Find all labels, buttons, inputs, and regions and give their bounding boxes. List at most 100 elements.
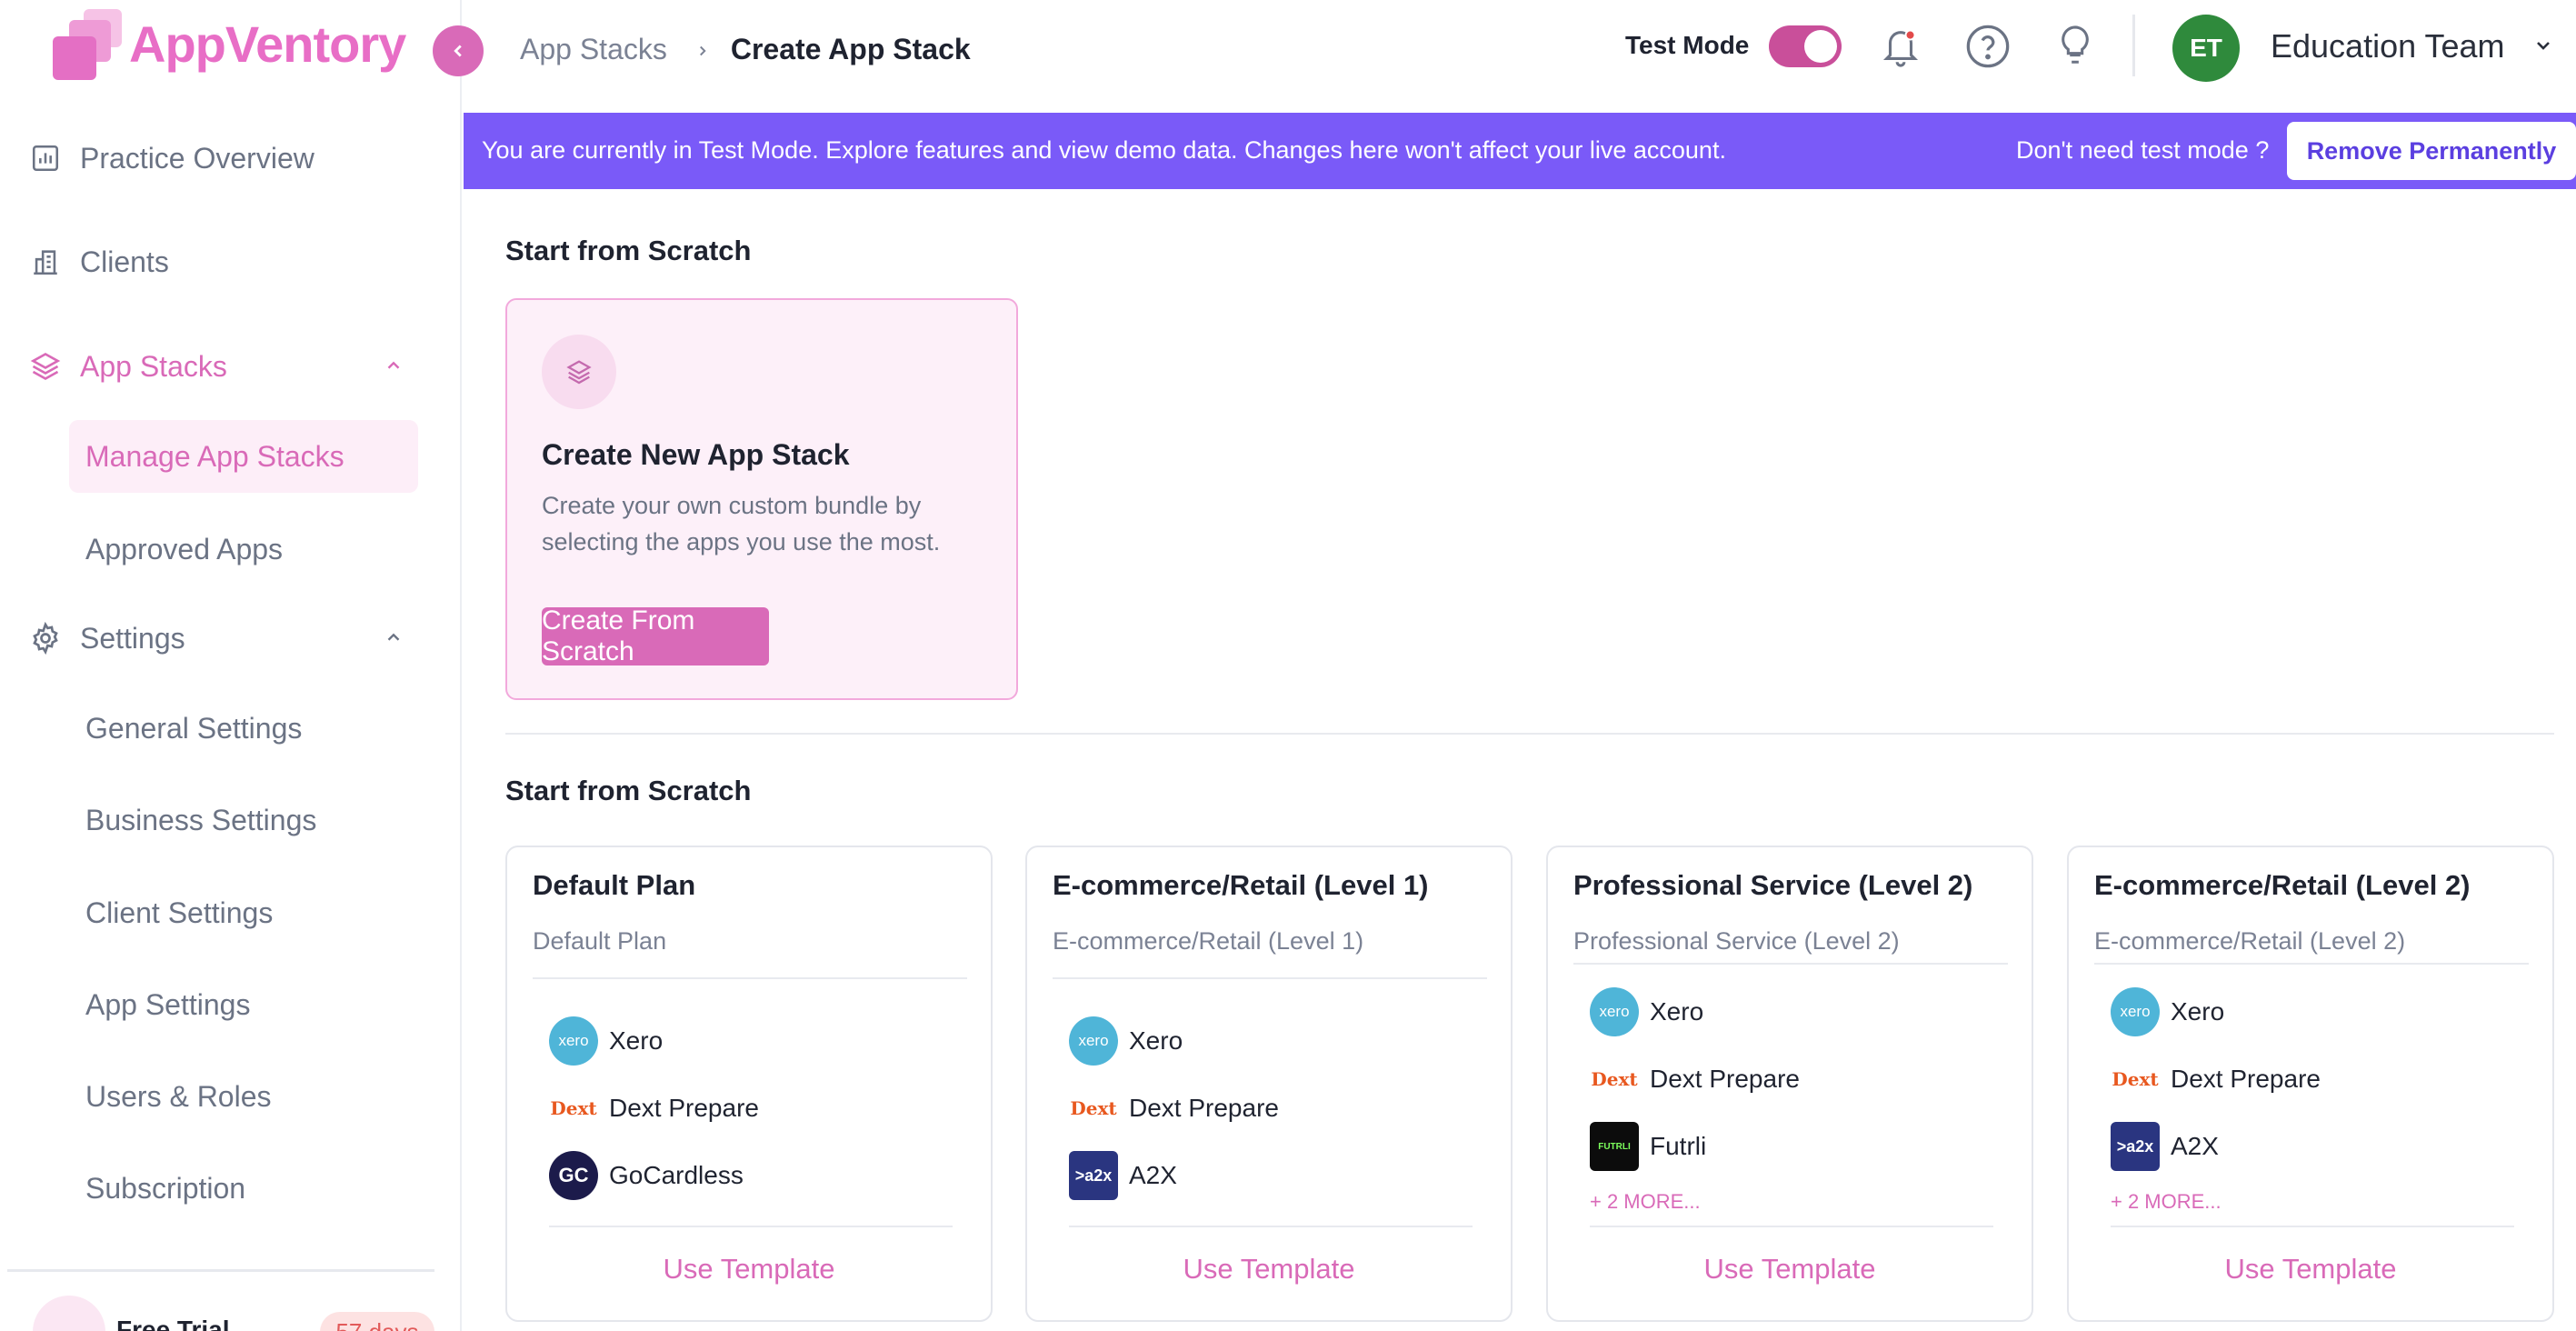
app-list-item: xero Xero [1590, 978, 2008, 1046]
sidebar-item-app-stacks[interactable]: App Stacks [25, 339, 425, 394]
test-mode-label: Test Mode [1625, 31, 1750, 59]
banner-message: You are currently in Test Mode. Explore … [482, 136, 1726, 164]
chevron-up-icon[interactable] [384, 355, 404, 380]
template-card[interactable]: E-commerce/Retail (Level 1) E-commerce/Re… [1025, 846, 1513, 1322]
template-title: E-commerce/Retail (Level 1) [1053, 869, 1429, 901]
app-name: Xero [2171, 997, 2225, 1026]
app-list: xero Xero Dext Dext Prepare >a2x A2X [1069, 1007, 1487, 1209]
app-list-item: >a2x A2X [2111, 1113, 2529, 1180]
breadcrumb-app-stacks[interactable]: App Stacks [520, 33, 667, 66]
card-divider [549, 1226, 953, 1227]
trial-avatar [33, 1296, 105, 1331]
sidebar-item-client-settings[interactable]: Client Settings [69, 876, 418, 949]
a2x-logo-icon: >a2x [2111, 1122, 2160, 1171]
app-list-item: xero Xero [1069, 1007, 1487, 1075]
sidebar-item-clients[interactable]: Clients [25, 235, 425, 289]
test-mode-banner: You are currently in Test Mode. Explore … [464, 113, 2576, 189]
more-apps-link[interactable]: + 2 MORE... [1590, 1180, 2008, 1224]
trial-days-badge: 57 days [320, 1312, 434, 1331]
collapse-sidebar-button[interactable] [433, 25, 484, 76]
help-button[interactable] [1962, 20, 2014, 73]
user-avatar[interactable]: ET [2172, 15, 2240, 82]
app-name: GoCardless [609, 1161, 744, 1189]
app-name: Xero [1129, 1026, 1183, 1055]
notification-bell-button[interactable] [1874, 20, 1927, 73]
app-list-item: GC GoCardless [549, 1142, 967, 1209]
futrli-logo-icon: FUTRLI [1590, 1122, 1639, 1171]
use-template-button[interactable]: Use Template [507, 1244, 991, 1295]
more-apps-link[interactable]: + 2 MORE... [2111, 1180, 2529, 1224]
use-template-button[interactable]: Use Template [1548, 1244, 2032, 1295]
app-logo[interactable]: AppVentory [51, 7, 406, 80]
a2x-logo-icon: >a2x [1069, 1151, 1118, 1200]
app-list-item: Dext Dext Prepare [549, 1075, 967, 1142]
template-subtitle: E-commerce/Retail (Level 2) [2094, 927, 2406, 955]
user-name[interactable]: Education Team [2271, 27, 2505, 65]
sidebar-item-app-settings[interactable]: App Settings [69, 968, 418, 1041]
template-title: Professional Service (Level 2) [1573, 869, 1973, 901]
xero-logo-icon: xero [1590, 987, 1639, 1036]
breadcrumb-current: Create App Stack [730, 32, 971, 65]
chevron-left-icon [454, 45, 462, 57]
template-card[interactable]: Default Plan Default Plan xero Xero Dext Dext… [505, 846, 993, 1322]
bar-chart-icon [25, 138, 65, 178]
gear-icon [25, 618, 65, 658]
template-subtitle: E-commerce/Retail (Level 1) [1053, 927, 1364, 955]
card-divider [1590, 1226, 1993, 1227]
card-divider [1053, 977, 1487, 979]
help-circle-icon [1966, 25, 2010, 68]
sidebar-item-settings[interactable]: Settings [25, 611, 425, 666]
create-from-scratch-button[interactable]: Create From Scratch [542, 605, 769, 666]
sidebar-item-label: Settings [80, 621, 185, 655]
card-divider [2094, 963, 2529, 965]
dext-logo-icon: Dext [1069, 1084, 1118, 1133]
app-name: Dext Prepare [1650, 1065, 1800, 1093]
app-name: A2X [2171, 1132, 2219, 1160]
template-title: Default Plan [533, 869, 696, 901]
template-subtitle: Default Plan [533, 927, 667, 955]
remove-permanently-button[interactable]: Remove Permanently [2287, 122, 2576, 180]
sidebar-item-label: App Stacks [80, 349, 227, 383]
dext-logo-icon: Dext [2111, 1055, 2160, 1104]
dext-logo-icon: Dext [549, 1084, 598, 1133]
app-list-item: Dext Dext Prepare [2111, 1046, 2529, 1113]
app-name: Dext Prepare [609, 1094, 759, 1122]
card-divider [1573, 963, 2008, 965]
sidebar-item-practice-overview[interactable]: Practice Overview [25, 131, 425, 185]
building-icon [25, 242, 65, 282]
app-list: xero Xero Dext Dext Prepare >a2x A2X + 2 MORE.… [2111, 978, 2529, 1224]
test-mode-toggle[interactable] [1769, 25, 1842, 67]
header-divider [2132, 15, 2135, 76]
section-divider [505, 733, 2554, 735]
xero-logo-icon: xero [2111, 987, 2160, 1036]
app-list: xero Xero Dext Dext Prepare FUTRLI Futrli + 2 … [1590, 978, 2008, 1224]
sidebar-item-general-settings[interactable]: General Settings [69, 692, 418, 765]
use-template-button[interactable]: Use Template [1027, 1244, 1511, 1295]
create-new-app-stack-card[interactable]: Create New App Stack Create your own cus… [505, 298, 1018, 700]
app-list-item: xero Xero [2111, 978, 2529, 1046]
template-card[interactable]: E-commerce/Retail (Level 2) E-commerce/Re… [2067, 846, 2554, 1322]
chevron-down-icon[interactable] [2532, 35, 2554, 61]
trial-info[interactable]: Free Trial 57 days [18, 1296, 445, 1331]
chevron-up-icon[interactable] [384, 627, 404, 652]
scratch-section-title: Start from Scratch [505, 235, 752, 266]
card-title: Create New App Stack [542, 438, 850, 471]
sidebar-item-manage-app-stacks[interactable]: Manage App Stacks [69, 420, 418, 493]
use-template-button[interactable]: Use Template [2069, 1244, 2552, 1295]
sidebar-item-users-roles[interactable]: Users & Roles [69, 1060, 418, 1133]
xero-logo-icon: xero [1069, 1016, 1118, 1066]
app-list-item: Dext Dext Prepare [1590, 1046, 2008, 1113]
app-name: Futrli [1650, 1132, 1707, 1160]
template-subtitle: Professional Service (Level 2) [1573, 927, 1900, 955]
sidebar: AppVentory Practice Overview Clients App… [0, 0, 462, 1331]
sidebar-item-approved-apps[interactable]: Approved Apps [69, 513, 418, 585]
templates-section-title: Start from Scratch [505, 775, 752, 806]
app-name: Xero [1650, 997, 1704, 1026]
template-card[interactable]: Professional Service (Level 2) Profession… [1546, 846, 2033, 1322]
lightbulb-icon [2062, 25, 2089, 64]
sidebar-item-business-settings[interactable]: Business Settings [69, 784, 418, 856]
sidebar-item-subscription[interactable]: Subscription [69, 1152, 418, 1225]
banner-question: Don't need test mode ? [2016, 136, 2270, 164]
app-list-item: >a2x A2X [1069, 1142, 1487, 1209]
ideas-button[interactable] [2049, 20, 2102, 73]
